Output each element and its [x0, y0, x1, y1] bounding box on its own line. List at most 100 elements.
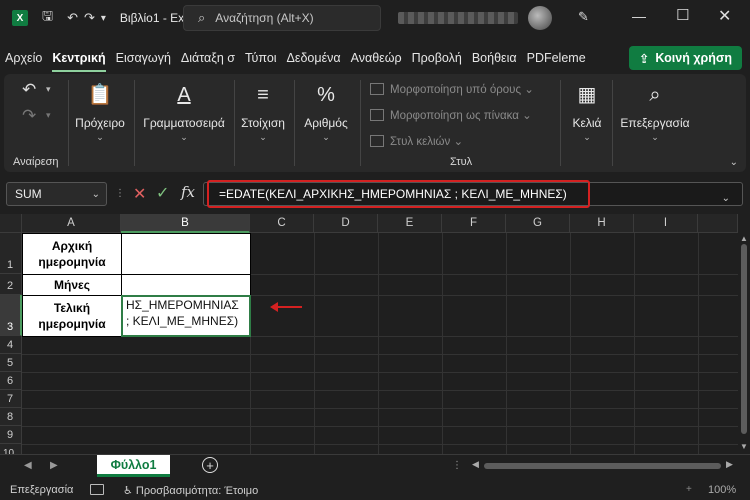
search-placeholder: Αναζήτηση (Alt+X) — [215, 11, 314, 25]
tab-data[interactable]: Δεδομένα — [282, 44, 346, 72]
name-box-value: SUM — [15, 187, 42, 201]
row-header[interactable]: 3 — [0, 295, 22, 336]
save-icon[interactable]: 🖫 — [42, 7, 53, 29]
redo-icon[interactable]: ↷ — [22, 106, 36, 126]
horizontal-scrollbar[interactable]: ◀ ▶ — [470, 459, 735, 472]
tab-review[interactable]: Αναθεώρ — [346, 44, 407, 72]
format-as-table-label: Μορφοποίηση ως πίνακα — [390, 110, 519, 122]
conditional-formatting-button[interactable]: Μορφοποίηση υπό όρους ⌄ — [370, 82, 534, 96]
scroll-down-icon[interactable]: ▼ — [740, 442, 748, 451]
more-icon[interactable]: ▾ — [101, 13, 106, 24]
alignment-button[interactable]: ≡ Στοίχιση ⌄ — [238, 82, 288, 143]
minimize-icon[interactable]: — — [632, 8, 646, 24]
row-header[interactable]: 4 — [0, 336, 22, 354]
undo-icon[interactable]: ↶ — [67, 10, 78, 26]
tab-pdfelement[interactable]: PDFeleme — [522, 44, 591, 72]
macro-record-icon[interactable] — [90, 484, 104, 495]
enter-icon[interactable]: ✓ — [156, 183, 169, 203]
editing-button[interactable]: ⌕ Επεξεργασία ⌄ — [616, 82, 694, 143]
select-all-corner[interactable] — [0, 214, 22, 233]
row-header[interactable]: 1 — [0, 233, 22, 274]
undo-dropdown-icon[interactable]: ▾ — [46, 84, 51, 95]
tab-home[interactable]: Κεντρική — [47, 44, 110, 72]
cells-button[interactable]: ▦ Κελιά ⌄ — [564, 82, 610, 143]
cell-b1[interactable] — [121, 233, 251, 275]
column-header[interactable]: B — [121, 214, 250, 233]
prev-sheet-icon[interactable]: ◀ — [24, 460, 32, 471]
row-header[interactable]: 10 — [0, 444, 22, 454]
tab-formulas[interactable]: Τύποι — [240, 44, 282, 72]
clipboard-label: Πρόχειρο — [75, 116, 125, 130]
tab-help[interactable]: Βοήθεια — [467, 44, 522, 72]
row-header[interactable]: 6 — [0, 372, 22, 390]
tab-file[interactable]: Αρχείο — [0, 44, 47, 72]
cell-a2[interactable]: Μήνες — [22, 274, 122, 296]
scroll-thumb[interactable] — [741, 244, 747, 434]
cell-a1[interactable]: Αρχική ημερομηνία — [22, 233, 122, 275]
cancel-icon[interactable]: ✕ — [133, 184, 146, 204]
add-sheet-icon[interactable]: + — [202, 457, 218, 473]
scroll-thumb[interactable] — [484, 463, 721, 469]
scroll-left-icon[interactable]: ◀ — [472, 459, 479, 470]
cell-styles-button[interactable]: Στυλ κελιών ⌄ — [370, 134, 463, 148]
zoom-slider-icon[interactable]: + — [686, 484, 692, 495]
accessibility-status[interactable]: ♿ Προσβασιμότητα: Έτοιμο — [123, 484, 258, 497]
collapse-ribbon-icon[interactable]: ⌄ — [730, 157, 738, 168]
tab-page-layout[interactable]: Διάταξη σ — [176, 44, 240, 72]
avatar[interactable] — [528, 6, 552, 30]
next-sheet-icon[interactable]: ▶ — [50, 460, 58, 471]
format-as-table-button[interactable]: Μορφοποίηση ως πίνακα ⌄ — [370, 108, 532, 122]
font-button[interactable]: A Γραμματοσειρά ⌄ — [138, 82, 230, 143]
row-header[interactable]: 9 — [0, 426, 22, 444]
column-header[interactable]: C — [250, 214, 314, 233]
vertical-scrollbar[interactable]: ▲ ▼ — [738, 214, 750, 454]
font-label: Γραμματοσειρά — [143, 116, 225, 130]
column-header[interactable]: E — [378, 214, 442, 233]
status-mode: Επεξεργασία — [10, 484, 74, 496]
cell-b3-editing[interactable]: ΗΣ_ΗΜΕΡΟΜΗΝΙΑΣ ; ΚΕΛΙ_ΜΕ_ΜΗΝΕΣ) — [121, 295, 251, 337]
column-header[interactable]: I — [634, 214, 698, 233]
clipboard-button[interactable]: 📋 Πρόχειρο ⌄ — [72, 82, 128, 143]
close-icon[interactable]: ✕ — [718, 6, 731, 26]
sheet-tab-sheet1[interactable]: Φύλλο1 — [97, 455, 170, 477]
sheet-tab-bar: ◀ ▶ Φύλλο1 + ⋮ ◀ ▶ — [0, 454, 750, 478]
column-header[interactable]: D — [314, 214, 378, 233]
row-header[interactable]: 5 — [0, 354, 22, 372]
number-button[interactable]: % Αριθμός ⌄ — [298, 82, 354, 143]
zoom-level[interactable]: 100% — [708, 484, 736, 496]
insert-function-icon[interactable]: fx — [181, 183, 195, 201]
row-header[interactable]: 7 — [0, 390, 22, 408]
redo-dropdown-icon[interactable]: ▾ — [46, 110, 51, 121]
redo-icon[interactable]: ↷ — [84, 10, 95, 26]
column-header[interactable]: G — [506, 214, 570, 233]
formula-text-highlighted[interactable]: =EDATE(ΚΕΛΙ_ΑΡΧΙΚΗΣ_ΗΜΕΡΟΜΗΝΙΑΣ ; ΚΕΛΙ_Μ… — [207, 180, 590, 208]
chevron-down-icon: ⌄ — [322, 132, 330, 142]
chevron-down-icon: ⌄ — [651, 132, 659, 142]
column-header[interactable] — [698, 214, 738, 233]
column-header[interactable]: H — [570, 214, 634, 233]
chevron-down-icon: ⌄ — [180, 132, 188, 142]
column-header[interactable]: F — [442, 214, 506, 233]
cells-label: Κελιά — [572, 116, 602, 130]
tab-insert[interactable]: Εισαγωγή — [111, 44, 176, 72]
search-input[interactable]: ⌕ Αναζήτηση (Alt+X) — [183, 5, 381, 31]
cell-a3[interactable]: Τελική ημερομηνία — [22, 295, 122, 337]
chevron-down-icon: ⌄ — [91, 188, 100, 200]
share-button[interactable]: ⇪ Κοινή χρήση — [629, 46, 742, 70]
expand-formula-icon[interactable]: ⌄ — [722, 193, 730, 204]
pen-icon[interactable]: ✎ — [578, 9, 589, 25]
maximize-icon[interactable]: ☐ — [676, 6, 689, 24]
cell-b2[interactable] — [121, 274, 251, 296]
more-options-icon[interactable]: ⋮ — [115, 188, 125, 199]
undo-icon[interactable]: ↶ — [22, 80, 36, 100]
name-box[interactable]: SUM ⌄ — [6, 182, 107, 206]
row-header[interactable]: 8 — [0, 408, 22, 426]
share-icon: ⇪ — [638, 51, 650, 66]
column-header[interactable]: A — [22, 214, 121, 233]
scroll-right-icon[interactable]: ▶ — [726, 459, 733, 470]
row-header[interactable]: 2 — [0, 274, 22, 295]
tab-splitter-icon[interactable]: ⋮ — [452, 460, 462, 471]
spreadsheet-grid[interactable]: A B C D E F G H I 1 2 3 4 5 6 7 8 9 10 Α… — [0, 214, 750, 454]
scroll-up-icon[interactable]: ▲ — [740, 234, 748, 243]
tab-view[interactable]: Προβολή — [407, 44, 467, 72]
